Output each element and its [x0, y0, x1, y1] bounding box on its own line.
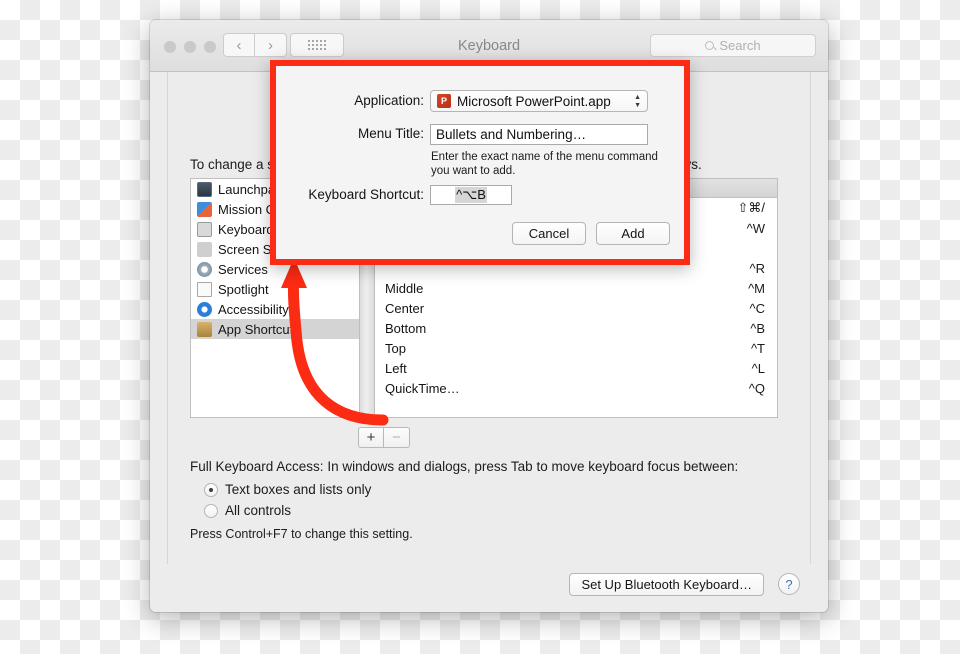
- radio-text-boxes-and-lists[interactable]: Text boxes and lists only: [204, 482, 371, 497]
- chevron-updown-icon[interactable]: ▲ ▼: [634, 94, 641, 109]
- sidebar-item-label: Spotlight: [218, 281, 269, 297]
- shortcut-command-label: Middle: [385, 280, 424, 296]
- search-input[interactable]: Search: [650, 34, 816, 57]
- add-remove-controls: + −: [358, 427, 410, 448]
- add-shortcut-button[interactable]: +: [358, 427, 384, 448]
- table-row[interactable]: Bottom ^B: [375, 318, 777, 338]
- shortcut-key-label: ⇧⌘/: [737, 200, 765, 215]
- shortcut-key-label: ^C: [749, 300, 766, 316]
- table-row[interactable]: Center ^C: [375, 298, 777, 318]
- help-button[interactable]: ?: [778, 573, 800, 595]
- minus-icon: −: [392, 429, 401, 446]
- sidebar-item-label: Keyboard: [218, 221, 274, 237]
- shortcut-key-label: ^W: [746, 220, 765, 236]
- radio-icon-unselected[interactable]: [204, 503, 218, 518]
- keyboard-shortcut-value: ^⌥B: [455, 187, 487, 203]
- shortcut-command-label: Top: [385, 340, 406, 356]
- full-keyboard-access-label: Full Keyboard Access: In windows and dia…: [190, 459, 739, 474]
- screenshot-icon: [197, 241, 212, 257]
- sidebar-item-accessibility[interactable]: Accessibility: [191, 299, 359, 319]
- app-shortcuts-icon: [197, 321, 212, 337]
- application-label: Application:: [354, 93, 424, 108]
- shortcut-key-label: ^Q: [748, 380, 765, 396]
- menu-title-hint: Enter the exact name of the menu command…: [431, 151, 658, 177]
- spotlight-icon: [197, 281, 212, 297]
- menu-title-value: Bullets and Numbering…: [436, 127, 587, 142]
- shortcut-key-label: ^M: [748, 280, 765, 296]
- table-row[interactable]: Middle ^M: [375, 278, 777, 298]
- sidebar-item-label: Services: [218, 261, 268, 277]
- add-label: Add: [621, 226, 645, 241]
- sidebar-item-spotlight[interactable]: Spotlight: [191, 279, 359, 299]
- keyboard-shortcut-label: Keyboard Shortcut:: [308, 187, 424, 202]
- shortcut-key-label: ^L: [751, 360, 765, 376]
- window-bottom-bar: Set Up Bluetooth Keyboard… ?: [150, 564, 828, 612]
- add-shortcut-dialog: Application: P Microsoft PowerPoint.app …: [270, 60, 690, 265]
- radio-label: Text boxes and lists only: [225, 482, 372, 497]
- accessibility-icon: [197, 301, 212, 317]
- powerpoint-icon: P: [437, 94, 451, 108]
- radio-all-controls[interactable]: All controls: [204, 503, 291, 518]
- keyboard-icon: [197, 221, 212, 237]
- sidebar-item-app-shortcuts[interactable]: App Shortcuts: [191, 319, 359, 339]
- application-value: Microsoft PowerPoint.app: [457, 93, 611, 109]
- sidebar-item-label: App Shortcuts: [218, 321, 300, 337]
- services-gear-icon: [197, 261, 212, 277]
- search-placeholder: Search: [719, 38, 761, 53]
- cancel-label: Cancel: [528, 226, 570, 241]
- bluetooth-button-label: Set Up Bluetooth Keyboard…: [581, 577, 752, 592]
- shortcut-command-label: Center: [385, 300, 425, 316]
- menu-title-input[interactable]: Bullets and Numbering…: [430, 124, 648, 145]
- table-row[interactable]: Left ^L: [375, 358, 777, 378]
- shortcut-key-label: ^B: [750, 320, 765, 336]
- shortcut-key-label: ^T: [750, 340, 765, 356]
- menu-title-label: Menu Title:: [357, 126, 424, 141]
- keyboard-shortcut-input[interactable]: ^⌥B: [430, 185, 512, 205]
- table-row[interactable]: Top ^T: [375, 338, 777, 358]
- sidebar-item-label: Accessibility: [218, 301, 289, 317]
- shortcut-key-label: ^R: [749, 260, 766, 276]
- application-dropdown[interactable]: P Microsoft PowerPoint.app ▲ ▼: [430, 90, 648, 112]
- shortcut-command-label: Bottom: [385, 320, 427, 336]
- question-mark-icon: ?: [785, 576, 793, 592]
- radio-icon-selected[interactable]: [204, 482, 218, 497]
- search-icon: [705, 41, 715, 50]
- control-f7-note: Press Control+F7 to change this setting.: [190, 527, 413, 541]
- cancel-button[interactable]: Cancel: [512, 222, 586, 245]
- shortcut-command-label: Left: [385, 360, 407, 376]
- radio-label: All controls: [225, 503, 292, 518]
- table-row[interactable]: QuickTime… ^Q: [375, 378, 777, 398]
- add-button[interactable]: Add: [596, 222, 670, 245]
- launchpad-icon: [197, 181, 212, 197]
- plus-icon: +: [366, 429, 376, 446]
- set-up-bluetooth-keyboard-button[interactable]: Set Up Bluetooth Keyboard…: [569, 573, 764, 596]
- dialog-buttons: Cancel Add: [512, 222, 670, 245]
- shortcut-command-label: QuickTime…: [385, 380, 460, 396]
- mission-control-icon: [197, 201, 212, 217]
- remove-shortcut-button[interactable]: −: [384, 427, 410, 448]
